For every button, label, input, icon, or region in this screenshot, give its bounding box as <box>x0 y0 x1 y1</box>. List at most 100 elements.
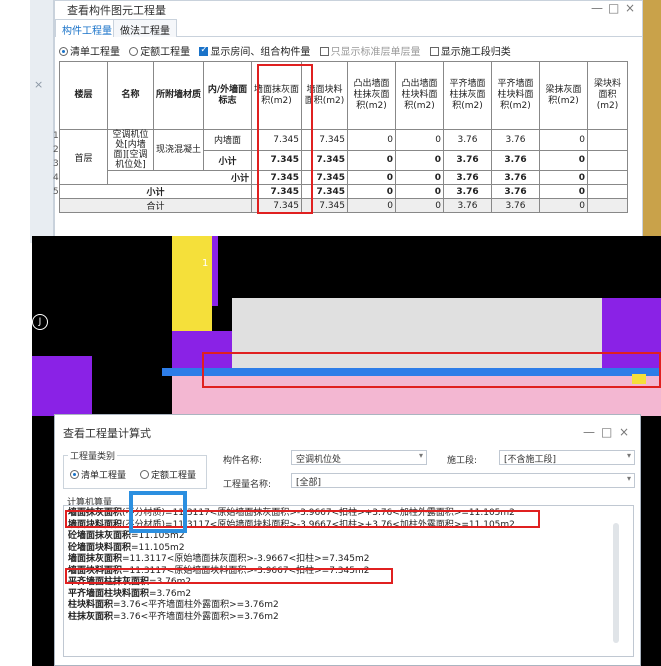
cell-subtotal-label: 小计 <box>59 184 252 199</box>
scrollbar[interactable] <box>613 523 619 643</box>
col-material[interactable]: 所附墙材质 <box>153 61 204 130</box>
radio-selected-icon <box>59 47 68 56</box>
highlight-box <box>257 64 313 214</box>
col-beam-tile[interactable]: 梁块料面积(m2) <box>587 61 628 130</box>
table-cell <box>587 129 628 151</box>
table-cell: 3.76 <box>443 170 492 185</box>
maximize-icon[interactable]: □ <box>608 1 619 15</box>
cell-name: 空调机位处[内墙面][空调机位处] <box>107 129 154 171</box>
table-cell: 3.76 <box>491 198 540 213</box>
maximize-icon[interactable]: □ <box>601 425 612 439</box>
table-cell: 3.76 <box>491 170 540 185</box>
table-cell <box>587 170 628 185</box>
col-wall-flag[interactable]: 内/外墙面标志 <box>203 61 252 130</box>
radio-icon <box>129 47 139 56</box>
table-cell <box>587 198 628 213</box>
radio-list-quantity[interactable]: 清单工程量 <box>59 47 120 58</box>
cell-total-label: 合计 <box>59 198 252 213</box>
component-quantity-window: 查看构件图元工程量 — □ × 构件工程量 做法工程量 清单工程量 定额工程量 … <box>53 0 643 243</box>
checkbox-show-segment[interactable]: 显示施工段归类 <box>429 47 511 58</box>
row-number: 5 <box>53 187 59 197</box>
formula-line: 墙面抹灰面积=11.3117<原始墙面抹灰面积>-3.9667<扣柱>=7.34… <box>68 554 370 564</box>
table-cell: 3.76 <box>491 184 540 199</box>
table-cell: 0 <box>395 170 444 185</box>
table-row[interactable]: 首层 空调机位处[内墙面][空调机位处] 现浇混凝土 内墙面 7.345 7.3… <box>59 129 628 185</box>
formula-dialog: 查看工程量计算式 — □ × 工程量类别 清单工程量 定额工程量 构件名称: 空… <box>54 414 641 666</box>
table-cell: 0 <box>347 149 396 171</box>
col-beam-plaster[interactable]: 梁抹灰面积(m2) <box>539 61 588 130</box>
chevron-down-icon: ▾ <box>626 451 631 460</box>
axis-label-j: J <box>32 314 48 330</box>
table-cell: 3.76 <box>443 184 492 199</box>
checkbox-standard-floor[interactable]: 只显示标准层单层量 <box>319 47 421 58</box>
col-protrude-tile[interactable]: 凸出墙面柱块料面积(m2) <box>395 61 444 130</box>
table-cell: 0 <box>347 184 396 199</box>
cell-wall-flag: 内墙面 <box>203 129 252 151</box>
radio-icon <box>140 470 149 479</box>
formula-line: 柱抹灰面积=3.76<平齐墙面柱外露面积>=3.76m2 <box>68 611 279 622</box>
cell-material: 现浇混凝土 <box>153 129 204 171</box>
options-bar: 清单工程量 定额工程量 显示房间、组合构件量 只显示标准层单层量 显示施工段归类 <box>59 43 517 58</box>
close-icon[interactable]: × <box>625 1 635 15</box>
segment-select[interactable]: [不含施工段] ▾ <box>499 450 635 465</box>
checkbox-icon <box>429 47 439 56</box>
formula-line: 砼墙面块料面积=11.105m2 <box>68 542 185 553</box>
table-cell <box>587 184 628 199</box>
minimize-icon[interactable]: — <box>591 1 603 15</box>
quantity-name-select[interactable]: [全部] ▾ <box>291 473 635 488</box>
cell-subtotal-label: 小计 <box>203 149 252 171</box>
table-row[interactable]: 合计 7.345 7.345 0 0 3.76 3.76 0 <box>59 198 628 213</box>
table-cell: 3.76 <box>443 198 492 213</box>
col-flush-plaster[interactable]: 平齐墙面柱抹灰面积(m2) <box>443 61 492 130</box>
cad-column-purple <box>32 356 92 416</box>
radio-list-quantity[interactable]: 清单工程量 <box>70 468 126 481</box>
table-cell: 0 <box>539 198 588 213</box>
component-name-label: 构件名称: <box>223 456 263 466</box>
minimize-icon[interactable]: — <box>583 425 595 439</box>
tab-method-quantity[interactable]: 做法工程量 <box>113 19 177 37</box>
col-protrude-plaster[interactable]: 凸出墙面柱抹灰面积(m2) <box>347 61 396 130</box>
quantity-category-group: 工程量类别 清单工程量 定额工程量 <box>63 449 207 489</box>
formula-line: 平齐墙面柱块料面积=3.76m2 <box>68 588 192 599</box>
row-number: 3 <box>53 159 59 169</box>
table-cell: 0 <box>539 149 588 171</box>
tab-component-quantity[interactable]: 构件工程量 <box>55 19 119 37</box>
segment-label: 施工段: <box>447 456 478 466</box>
table-cell: 3.76 <box>443 129 492 151</box>
table-cell: 0 <box>347 198 396 213</box>
cell-floor: 首层 <box>59 129 108 185</box>
col-flush-tile[interactable]: 平齐墙面柱块料面积(m2) <box>491 61 540 130</box>
quantity-name-label: 工程量名称: <box>223 480 272 490</box>
table-cell: 0 <box>395 129 444 151</box>
left-panel-strip: × <box>30 0 54 243</box>
component-name-select[interactable]: 空调机位处 ▾ <box>291 450 427 465</box>
radio-quota-quantity[interactable]: 定额工程量 <box>129 47 190 58</box>
radio-quota-quantity[interactable]: 定额工程量 <box>140 468 196 481</box>
radio-selected-icon <box>70 470 79 479</box>
col-name[interactable]: 名称 <box>107 61 154 130</box>
checkbox-checked-icon <box>199 45 209 56</box>
table-cell: 3.76 <box>491 149 540 171</box>
chevron-down-icon: ▾ <box>418 451 423 460</box>
close-icon[interactable]: × <box>619 425 629 439</box>
window-title: 查看构件图元工程量 <box>67 4 166 17</box>
table-cell: 0 <box>347 129 396 151</box>
table-cell: 0 <box>539 184 588 199</box>
col-floor[interactable]: 楼层 <box>59 61 108 130</box>
tab-bar: 构件工程量 做法工程量 <box>55 19 642 37</box>
table-cell <box>587 149 628 171</box>
cad-wall-yellow <box>172 236 212 331</box>
table-cell: 0 <box>395 184 444 199</box>
table-row[interactable]: 小计 7.345 7.345 0 0 3.76 3.76 0 <box>60 170 628 185</box>
close-icon[interactable]: × <box>34 78 43 91</box>
cad-marker: 1 <box>202 258 209 269</box>
table-header-row: 楼层 名称 所附墙材质 内/外墙面标志 墙面抹灰面积(m2) 墙面块料面积(m2… <box>59 61 628 130</box>
row-number: 4 <box>53 173 59 183</box>
checkbox-icon <box>319 47 329 56</box>
table-row[interactable]: 小计 7.345 7.345 0 0 3.76 3.76 0 <box>59 184 628 199</box>
checkbox-show-rooms[interactable]: 显示房间、组合构件量 <box>199 45 310 58</box>
background-edge <box>643 0 661 243</box>
formula-line: 柱块料面积=3.76<平齐墙面柱外露面积>=3.76m2 <box>68 600 279 610</box>
highlight-box <box>202 352 661 388</box>
cell-subtotal-label: 小计 <box>107 170 252 185</box>
